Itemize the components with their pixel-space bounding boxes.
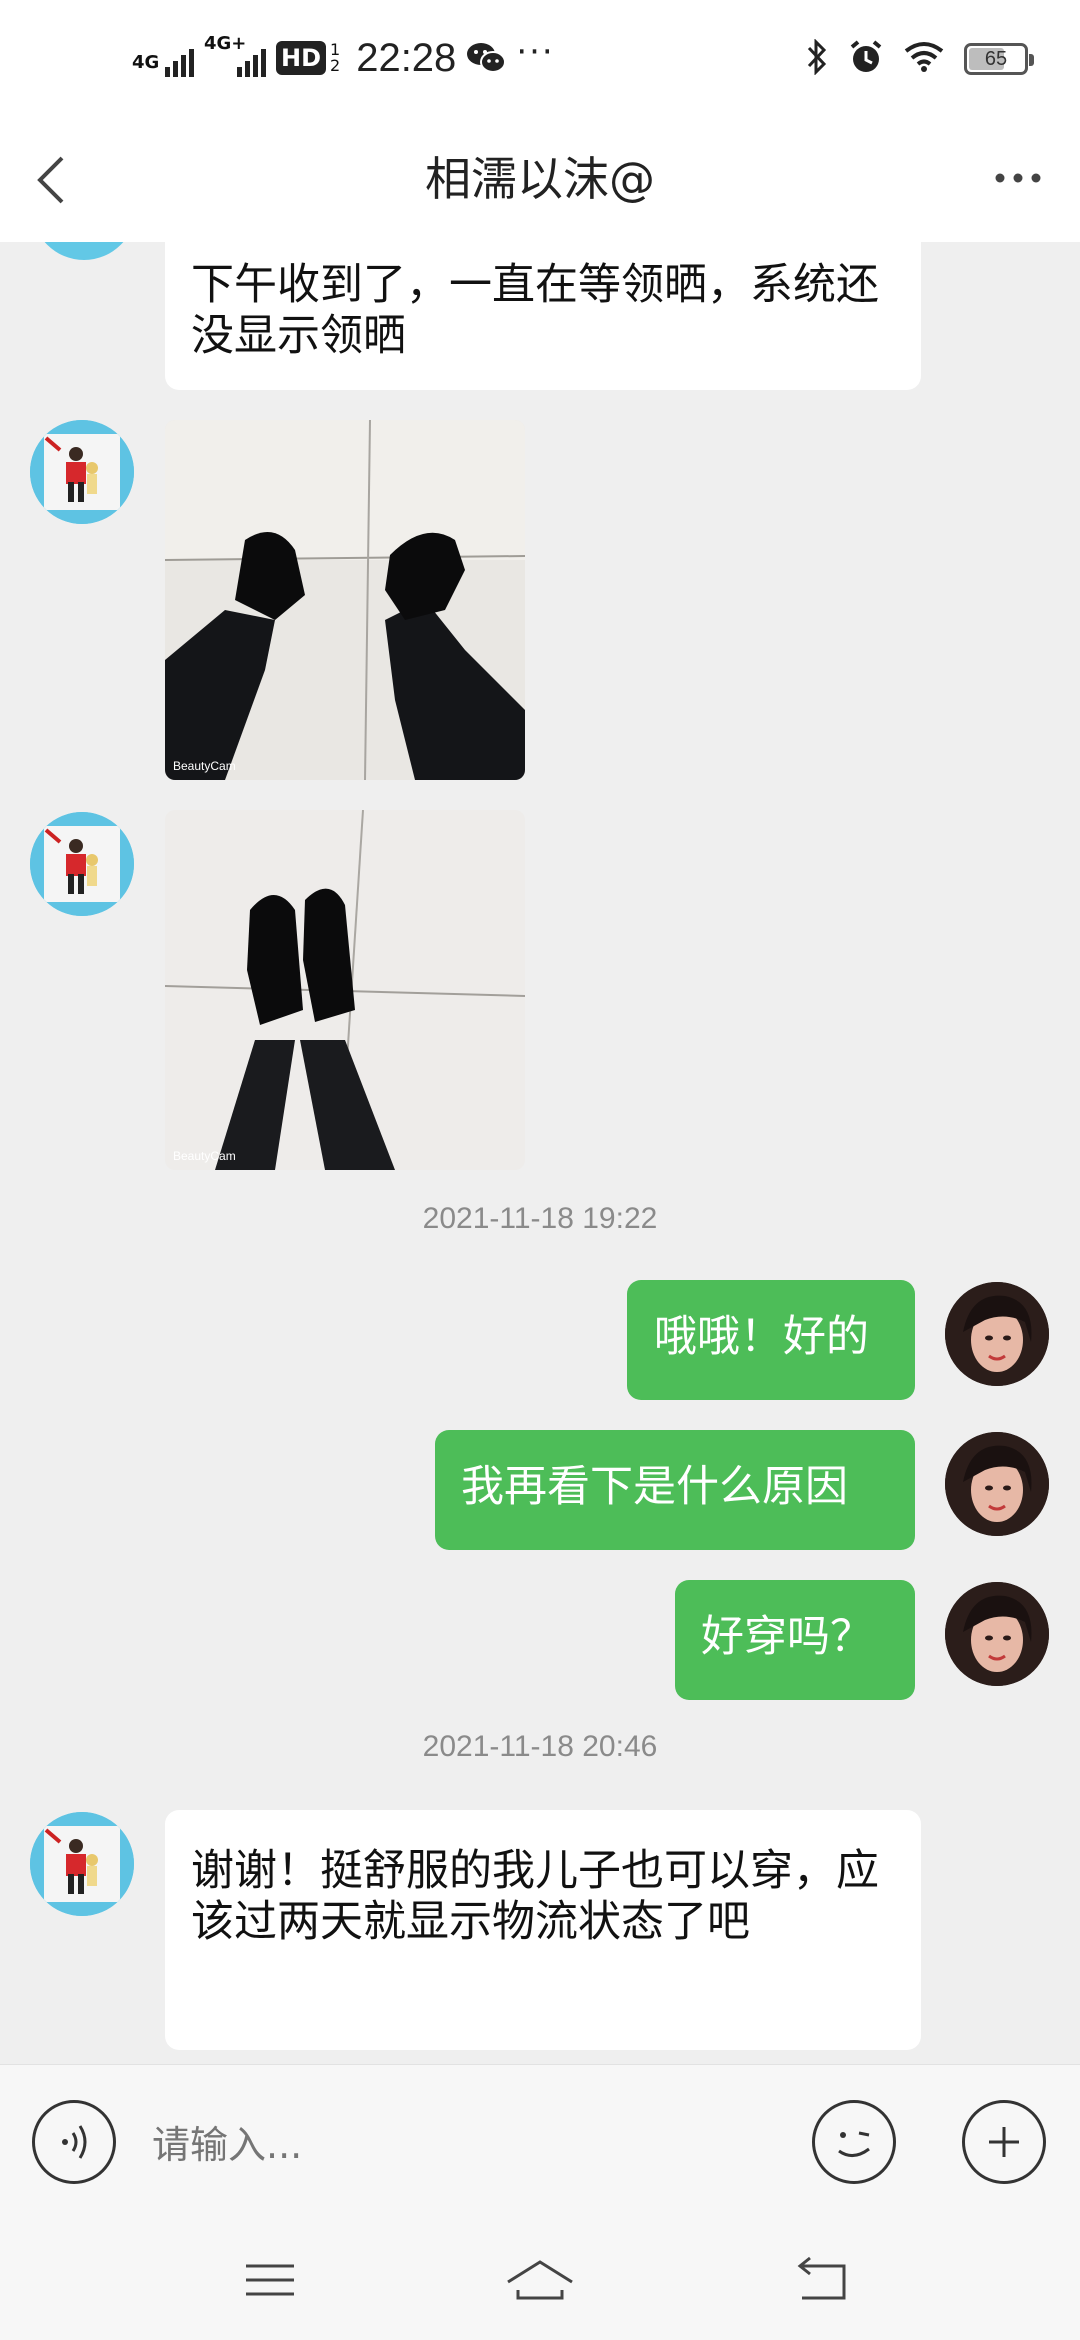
message-timestamp: 2021-11-18 20:46 xyxy=(422,1730,658,1763)
message-bubble-sent[interactable]: 我再看下是什么原因 xyxy=(435,1430,915,1550)
message-text: 谢谢！挺舒服的我儿子也可以穿，应该过两天就显示物流状态了吧 xyxy=(191,1846,879,1947)
home-icon xyxy=(507,2260,573,2300)
message-image-received[interactable]: BeautyCam xyxy=(165,420,525,780)
contact-avatar[interactable] xyxy=(30,1812,134,1916)
message-image-received[interactable]: BeautyCam xyxy=(165,810,525,1170)
back-nav-button[interactable] xyxy=(784,2248,864,2312)
my-avatar[interactable] xyxy=(945,1582,1049,1686)
wifi-icon xyxy=(904,41,944,77)
back-nav-icon xyxy=(797,2256,846,2300)
message-bubble-sent[interactable]: 哦哦！好的 xyxy=(627,1280,915,1400)
my-avatar[interactable] xyxy=(945,1432,1049,1536)
message-text: 下午收到了，一直在等领晒，系统还没显示领晒 xyxy=(191,260,879,361)
message-bubble-received[interactable]: 下午收到了，一直在等领晒，系统还没显示领晒 xyxy=(165,242,921,390)
more-options-button[interactable] xyxy=(990,158,1050,198)
image-watermark: BeautyCam xyxy=(173,1149,236,1163)
more-notifications-icon: ··· xyxy=(516,32,555,72)
message-bubble-received[interactable]: 谢谢！挺舒服的我儿子也可以穿，应该过两天就显示物流状态了吧 xyxy=(165,1810,921,2050)
add-icon xyxy=(989,2127,1019,2157)
signal-4g-plus-icon: 4G+ xyxy=(204,33,266,79)
contact-avatar[interactable] xyxy=(30,812,134,916)
emoji-button[interactable] xyxy=(812,2100,896,2184)
more-icon xyxy=(995,173,1041,183)
add-button[interactable] xyxy=(962,2100,1046,2184)
message-text: 哦哦！好的 xyxy=(654,1312,869,1362)
my-avatar[interactable] xyxy=(945,1282,1049,1386)
menu-icon xyxy=(246,2264,294,2296)
message-input[interactable] xyxy=(150,2109,794,2181)
wechat-icon xyxy=(466,41,507,75)
network-type-1: 4G xyxy=(132,52,160,73)
alarm-icon xyxy=(848,39,884,79)
battery-level: 65 xyxy=(984,47,1008,70)
message-bubble-sent[interactable]: 好穿吗？ xyxy=(675,1580,915,1700)
system-navigation-bar xyxy=(0,2220,1080,2340)
battery-icon: 65 xyxy=(964,43,1034,75)
status-bar: 4G 4G+ HD 1 2 22:28 ··· 65 xyxy=(0,0,1080,118)
message-text: 我再看下是什么原因 xyxy=(461,1462,848,1512)
voice-icon xyxy=(62,2125,87,2159)
message-text: 好穿吗？ xyxy=(701,1612,873,1662)
message-timestamp: 2021-11-18 19:22 xyxy=(422,1202,658,1235)
recent-apps-button[interactable] xyxy=(230,2248,310,2312)
contact-avatar[interactable] xyxy=(32,242,136,260)
message-input-bar xyxy=(0,2064,1080,2221)
hd-voice-icon: HD xyxy=(276,41,327,75)
home-button[interactable] xyxy=(500,2248,580,2312)
status-time: 22:28 xyxy=(356,35,457,80)
emoji-icon xyxy=(838,2131,870,2157)
contact-avatar[interactable] xyxy=(30,420,134,524)
voice-button[interactable] xyxy=(32,2100,116,2184)
hd-sim-indicator: 1 2 xyxy=(330,40,341,75)
chat-header: 相濡以沫@ xyxy=(0,118,1080,242)
signal-4g-icon: 4G xyxy=(132,37,194,79)
bluetooth-icon xyxy=(806,38,828,79)
chat-title: 相濡以沫@ xyxy=(425,152,655,206)
message-list[interactable]: 下午收到了，一直在等领晒，系统还没显示领晒 BeautyCam BeautyCa… xyxy=(0,242,1080,2064)
image-watermark: BeautyCam xyxy=(173,759,236,773)
